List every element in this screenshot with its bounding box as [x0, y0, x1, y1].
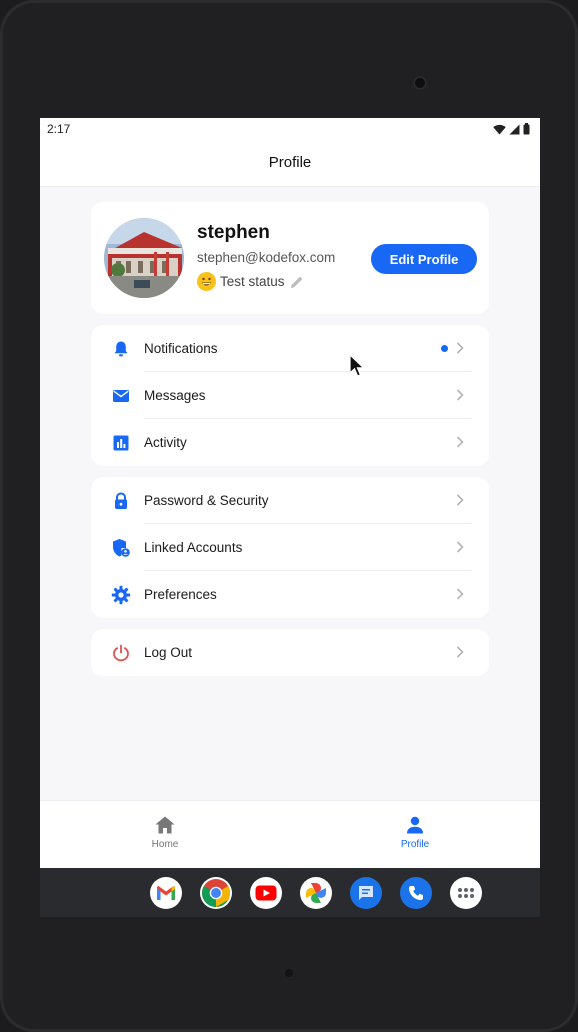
- chevron-right-icon: [456, 646, 464, 658]
- menu-item-label: Notifications: [144, 341, 218, 356]
- menu-group-activity: Notifications Messages Activity: [91, 325, 489, 466]
- nav-home[interactable]: Home: [125, 814, 205, 850]
- avatar: [104, 218, 184, 298]
- person-icon: [375, 814, 455, 836]
- tablet-frame: 2:17 Profile stephen stephen@kodefox.com…: [0, 0, 578, 1032]
- bell-icon: [111, 339, 131, 359]
- messages-icon[interactable]: [350, 877, 382, 909]
- status-time: 2:17: [47, 122, 71, 136]
- menu-item-preferences[interactable]: Preferences: [91, 571, 489, 618]
- menu-item-label: Preferences: [144, 587, 217, 602]
- home-icon: [125, 814, 205, 836]
- nav-profile-label: Profile: [400, 839, 430, 850]
- profile-card: stephen stephen@kodefox.com Test status …: [91, 202, 489, 314]
- menu-item-label: Activity: [144, 435, 187, 450]
- profile-username: stephen: [197, 222, 270, 243]
- menu-item-label: Log Out: [144, 645, 193, 660]
- menu-item-messages[interactable]: Messages: [91, 372, 489, 419]
- chevron-right-icon: [456, 342, 464, 354]
- bottom-navigation: Home Profile: [40, 800, 540, 868]
- screen: 2:17 Profile stephen stephen@kodefox.com…: [40, 118, 540, 917]
- nav-home-label: Home: [151, 839, 179, 850]
- unread-dot: [441, 345, 448, 352]
- app-bar: Profile: [40, 140, 540, 187]
- chevron-right-icon: [456, 389, 464, 401]
- menu-item-log-out[interactable]: Log Out: [91, 629, 489, 676]
- system-taskbar: [40, 868, 540, 917]
- menu-group-logout: Log Out: [91, 629, 489, 676]
- status-bar: 2:17: [40, 118, 540, 140]
- power-icon: [111, 643, 131, 663]
- chevron-right-icon: [456, 588, 464, 600]
- gear-icon: [111, 585, 131, 605]
- shield-account-icon: [111, 538, 131, 558]
- menu-item-password-security[interactable]: Password & Security: [91, 477, 489, 524]
- profile-status[interactable]: Test status: [197, 272, 305, 291]
- photos-icon[interactable]: [300, 877, 332, 909]
- mouse-cursor-icon: [349, 354, 365, 377]
- battery-icon: [523, 123, 530, 135]
- front-camera: [413, 76, 427, 90]
- menu-group-account: Password & Security Linked Accounts Pref…: [91, 477, 489, 618]
- chevron-right-icon: [456, 494, 464, 506]
- menu-item-label: Linked Accounts: [144, 540, 243, 555]
- status-icons: [493, 123, 530, 135]
- chevron-right-icon: [456, 436, 464, 448]
- menu-item-label: Password & Security: [144, 493, 269, 508]
- menu-item-notifications[interactable]: Notifications: [91, 325, 489, 372]
- page-title: Profile: [268, 154, 312, 171]
- signal-icon: [509, 124, 520, 134]
- grinning-face-icon: [197, 272, 216, 291]
- profile-email: stephen@kodefox.com: [197, 250, 336, 265]
- mail-icon: [111, 386, 131, 406]
- phone-icon[interactable]: [400, 877, 432, 909]
- wifi-icon: [493, 124, 506, 134]
- status-text: Test status: [220, 274, 285, 289]
- app-drawer-icon[interactable]: [450, 877, 482, 909]
- nav-profile[interactable]: Profile: [375, 814, 455, 850]
- menu-item-label: Messages: [144, 388, 206, 403]
- youtube-icon[interactable]: [250, 877, 282, 909]
- chrome-icon[interactable]: [200, 877, 232, 909]
- gmail-icon[interactable]: [150, 877, 182, 909]
- sensor-dot: [285, 969, 293, 977]
- chevron-right-icon: [456, 541, 464, 553]
- pencil-icon[interactable]: [289, 274, 305, 290]
- menu-item-linked-accounts[interactable]: Linked Accounts: [91, 524, 489, 571]
- menu-item-activity[interactable]: Activity: [91, 419, 489, 466]
- bar-chart-icon: [111, 433, 131, 453]
- edit-profile-button[interactable]: Edit Profile: [371, 244, 477, 274]
- lock-icon: [111, 491, 131, 511]
